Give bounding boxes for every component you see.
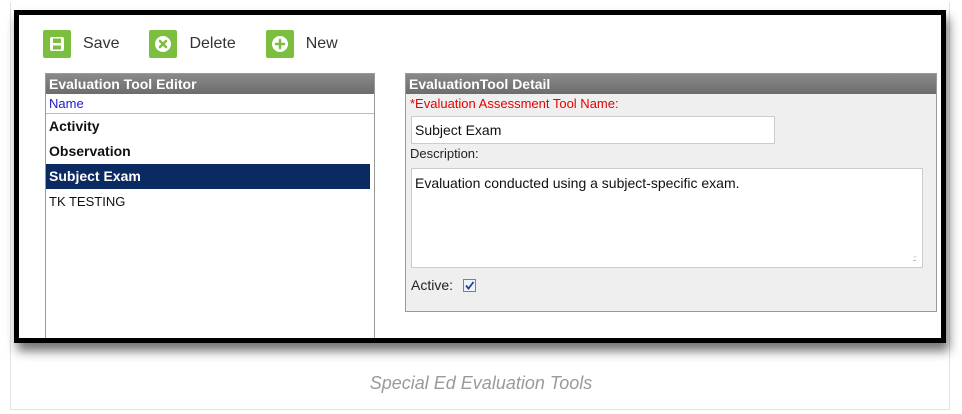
- figure-caption: Special Ed Evaluation Tools: [369, 373, 593, 393]
- tool-name-input[interactable]: Subject Exam: [411, 116, 775, 144]
- active-row: Active:: [406, 277, 936, 293]
- list-item-observation[interactable]: Observation: [46, 139, 374, 164]
- active-label: Active:: [411, 277, 454, 293]
- description-textarea[interactable]: Evaluation conducted using a subject-spe…: [411, 168, 923, 268]
- tool-name-label: *Evaluation Assessment Tool Name:: [410, 96, 619, 111]
- floppy-disk-icon: [43, 30, 71, 58]
- toolbar: Save Delete New: [43, 25, 368, 63]
- checkmark-icon: [465, 280, 475, 290]
- delete-label: Delete: [189, 35, 236, 52]
- evaluation-tool-detail-panel: EvaluationTool Detail *Evaluation Assess…: [405, 73, 937, 312]
- editor-panel-title: Evaluation Tool Editor: [46, 74, 374, 94]
- plus-circle-icon: [265, 30, 294, 58]
- name-column-header[interactable]: Name: [46, 94, 374, 114]
- evaluation-tool-editor-panel: Evaluation Tool Editor Name Activity Obs…: [45, 73, 375, 338]
- close-circle-icon: [149, 30, 178, 58]
- description-text: Evaluation conducted using a subject-spe…: [415, 175, 740, 191]
- description-label: Description:: [410, 146, 479, 161]
- list-item-tk-testing[interactable]: TK TESTING: [46, 189, 374, 214]
- save-button[interactable]: Save: [43, 30, 119, 58]
- detail-panel-title: EvaluationTool Detail: [406, 74, 936, 94]
- list-item-activity[interactable]: Activity: [46, 114, 374, 139]
- active-checkbox[interactable]: [463, 278, 477, 292]
- app-window: Save Delete New Evaluation Tool Editor N: [14, 10, 946, 343]
- save-label: Save: [83, 35, 120, 52]
- new-label: New: [305, 35, 338, 52]
- resize-grip-icon[interactable]: .::: [912, 254, 917, 263]
- list-item-subject-exam[interactable]: Subject Exam: [46, 164, 370, 189]
- new-button[interactable]: New: [265, 30, 338, 58]
- delete-button[interactable]: Delete: [149, 30, 236, 58]
